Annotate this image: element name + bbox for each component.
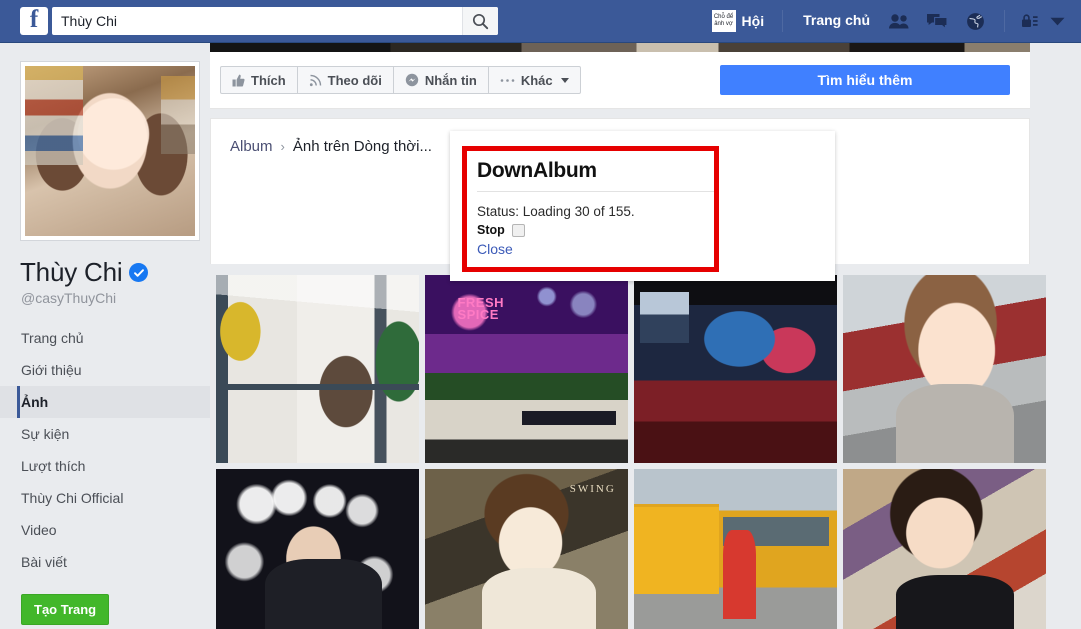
- photo-region: [896, 575, 1014, 629]
- nav-home-label: Trang chủ: [803, 12, 870, 28]
- photo-region: [522, 411, 615, 425]
- sidebar-nav-list: Trang chủ Giới thiệu Ảnh Sự kiện Lượt th…: [0, 322, 210, 578]
- mini-profile-link[interactable]: Chỗ để ảnh vợ Hội: [704, 6, 773, 36]
- photo-region: [723, 530, 755, 620]
- downalbum-dialog: DownAlbum Status: Loading 30 of 155. Sto…: [462, 146, 719, 272]
- sidebar-item-label: Video: [21, 522, 57, 538]
- like-button-label: Thích: [251, 73, 286, 88]
- facebook-top-navigation-bar: f Chỗ để ảnh vợ Hội Trang chủ: [0, 0, 1081, 43]
- sidebar-item-label: Thùy Chi Official: [21, 490, 123, 506]
- breadcrumb-separator-icon: ›: [281, 139, 285, 154]
- downalbum-body: Status: Loading 30 of 155. Stop Close: [467, 192, 714, 259]
- sidebar-item-label: Giới thiệu: [21, 362, 82, 378]
- privacy-lock-icon: [1021, 13, 1043, 29]
- photo-overlay-text: FRESHSPICE: [457, 297, 504, 321]
- sidebar-item-label: Ảnh: [21, 394, 48, 410]
- notifications-globe-icon: [966, 12, 985, 31]
- cover-photo[interactable]: [210, 43, 1030, 52]
- photo-region: [640, 292, 689, 343]
- nav-divider: [782, 10, 783, 32]
- sidebar-item-gioi-thieu[interactable]: Giới thiệu: [0, 354, 210, 386]
- photo-thumbnail[interactable]: [634, 469, 837, 629]
- page-action-button-group: Thích Theo dõi Nhắn tin: [220, 66, 581, 94]
- photo-region: [425, 373, 628, 463]
- sidebar-item-su-kien[interactable]: Sự kiện: [0, 418, 210, 450]
- photo-thumbnail[interactable]: [216, 469, 419, 629]
- sidebar-item-luot-thich[interactable]: Lượt thích: [0, 450, 210, 482]
- more-button-label: Khác: [521, 73, 553, 88]
- breadcrumb-album-link[interactable]: Album: [230, 138, 273, 155]
- photo-region: [265, 559, 383, 629]
- downalbum-close-link[interactable]: Close: [477, 241, 513, 257]
- sidebar-item-label: Trang chủ: [21, 330, 84, 346]
- messenger-icon: [405, 73, 419, 87]
- breadcrumb-current: Ảnh trên Dòng thời...: [293, 138, 432, 155]
- follow-button-label: Theo dõi: [328, 73, 382, 88]
- photo-thumbnail[interactable]: [843, 275, 1046, 463]
- verified-badge-icon: [129, 263, 148, 282]
- downalbum-stop-row: Stop: [477, 223, 714, 237]
- search-input[interactable]: [52, 8, 462, 34]
- notifications-button[interactable]: [958, 6, 992, 36]
- message-button[interactable]: Nhắn tin: [394, 67, 489, 93]
- mini-profile-name: Hội: [742, 13, 765, 29]
- friend-requests-icon: [888, 13, 910, 29]
- downalbum-title: DownAlbum: [467, 151, 714, 191]
- sidebar-item-thuy-chi-official[interactable]: Thùy Chi Official: [0, 482, 210, 514]
- messages-icon: [926, 13, 948, 30]
- page-handle: @casyThuyChi: [21, 290, 210, 306]
- facebook-logo[interactable]: f: [20, 7, 48, 35]
- sidebar-item-trang-chu[interactable]: Trang chủ: [0, 322, 210, 354]
- profile-sidebar: Thùy Chi @casyThuyChi Trang chủ Giới thi…: [0, 43, 210, 629]
- photo-region: [896, 384, 1014, 463]
- photo-region: FRESHSPICE: [425, 275, 628, 373]
- avatar: [25, 66, 195, 236]
- downalbum-status-text: Status: Loading 30 of 155.: [477, 204, 714, 219]
- photo-thumbnail[interactable]: [216, 275, 419, 463]
- photo-thumbnail[interactable]: SWING: [425, 469, 628, 629]
- downalbum-stop-checkbox[interactable]: [512, 224, 525, 237]
- photo-thumbnail[interactable]: [843, 469, 1046, 629]
- search-bar[interactable]: [52, 7, 498, 35]
- messages-button[interactable]: [920, 6, 954, 36]
- friend-requests-button[interactable]: [882, 6, 916, 36]
- mini-profile-avatar-line1: Chỗ để: [712, 14, 736, 21]
- profile-picture-frame[interactable]: [20, 61, 200, 241]
- thumbs-up-icon: [232, 74, 245, 87]
- sidebar-item-label: Lượt thích: [21, 458, 85, 474]
- downalbum-stop-label: Stop: [477, 223, 505, 237]
- page-action-bar: Thích Theo dõi Nhắn tin: [210, 52, 1030, 109]
- topbar-right-group: Chỗ để ảnh vợ Hội Trang chủ: [704, 0, 1065, 43]
- nav-divider-2: [1004, 10, 1005, 32]
- search-icon: [472, 13, 489, 30]
- chevron-down-icon: [561, 78, 569, 83]
- sidebar-item-bai-viet[interactable]: Bài viết: [0, 546, 210, 578]
- ellipsis-icon: [500, 78, 515, 83]
- sidebar-item-label: Sự kiện: [21, 426, 69, 442]
- follow-button[interactable]: Theo dõi: [298, 67, 394, 93]
- photo-region: [482, 568, 596, 629]
- rss-follow-icon: [309, 74, 322, 87]
- sidebar-item-anh[interactable]: Ảnh: [0, 386, 210, 418]
- account-chevron-down-icon: [1050, 17, 1065, 26]
- learn-more-cta-button[interactable]: Tìm hiểu thêm: [720, 65, 1010, 95]
- page-title: Thùy Chi: [20, 257, 122, 288]
- photo-grid: FRESHSPICE SWING: [210, 275, 1030, 629]
- create-page-button[interactable]: Tạo Trang: [21, 594, 109, 625]
- photo-thumbnail[interactable]: [634, 275, 837, 463]
- like-button[interactable]: Thích: [221, 67, 298, 93]
- mini-profile-avatar-line2: ảnh vợ: [712, 21, 736, 28]
- photo-region: [634, 504, 719, 594]
- sidebar-item-label: Bài viết: [21, 554, 67, 570]
- search-button[interactable]: [462, 7, 498, 35]
- account-settings-group[interactable]: [1015, 13, 1065, 29]
- more-button[interactable]: Khác: [489, 67, 580, 93]
- mini-profile-avatar: Chỗ để ảnh vợ: [712, 10, 736, 32]
- photo-thumbnail[interactable]: FRESHSPICE: [425, 275, 628, 463]
- message-button-label: Nhắn tin: [425, 73, 477, 88]
- photo-overlay-text: SWING: [570, 483, 616, 495]
- nav-home-link[interactable]: Trang chủ: [793, 12, 880, 30]
- page-title-row: Thùy Chi: [20, 257, 210, 288]
- sidebar-item-video[interactable]: Video: [0, 514, 210, 546]
